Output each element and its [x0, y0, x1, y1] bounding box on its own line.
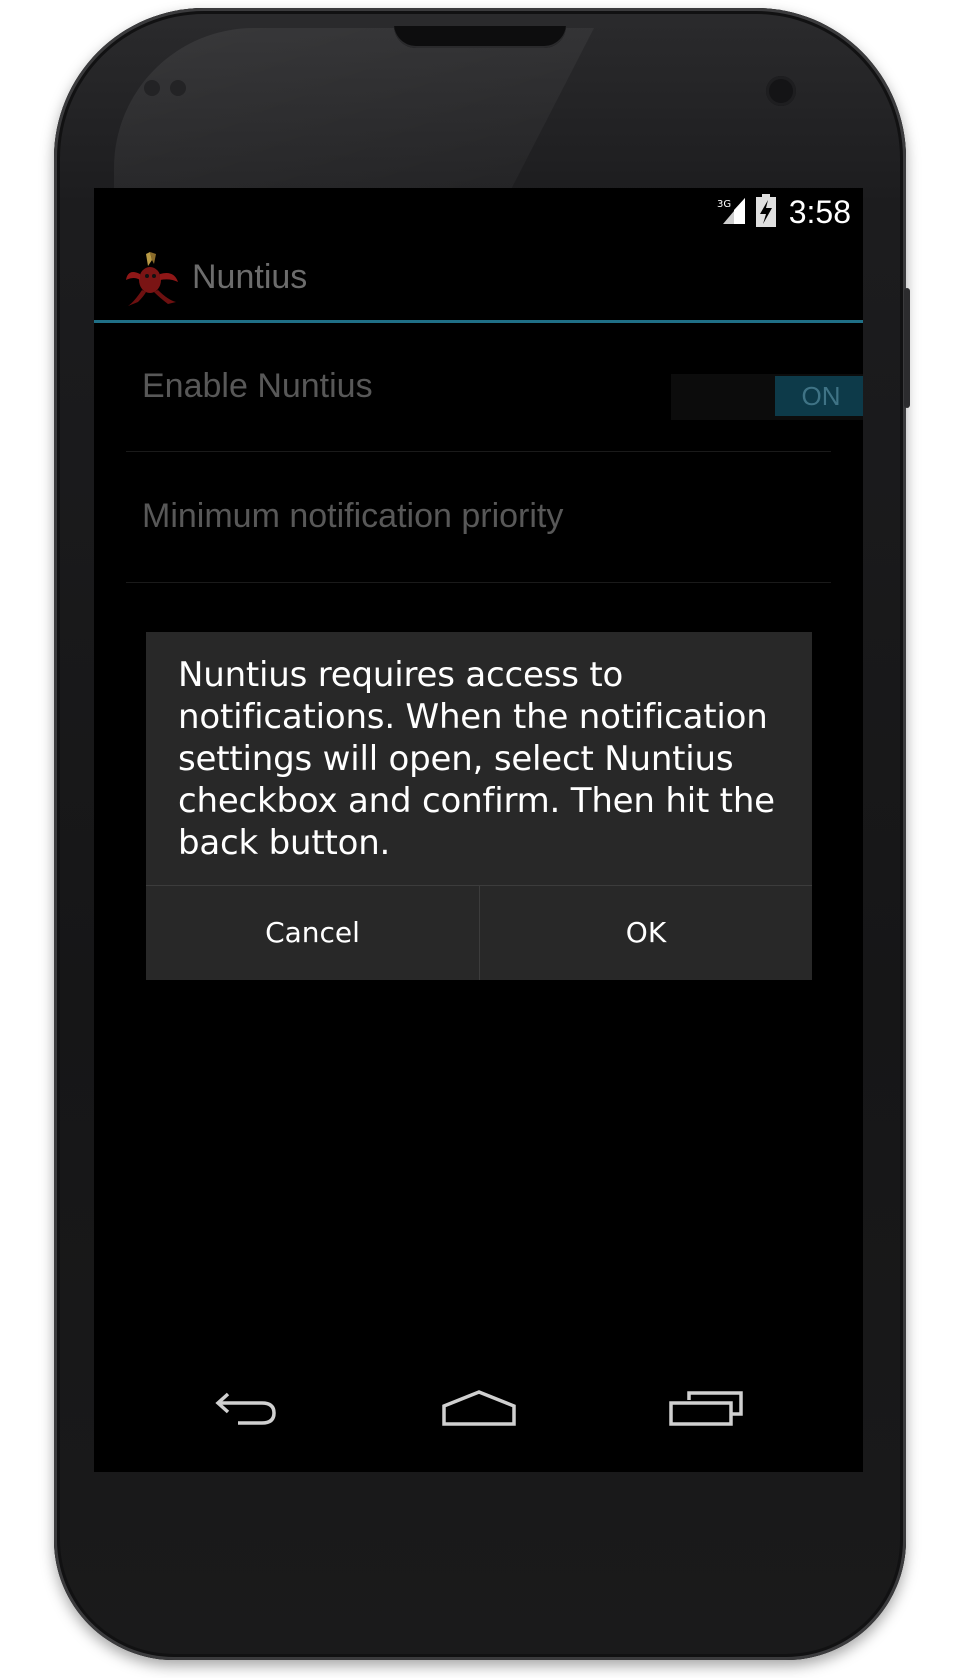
- permission-dialog: Nuntius requires access to notifications…: [146, 632, 812, 980]
- switch-thumb-on: ON: [775, 376, 863, 416]
- clock: 3:58: [788, 194, 851, 230]
- app-title: Nuntius: [192, 258, 308, 296]
- pref-enable-label: Enable Nuntius: [142, 367, 373, 405]
- home-icon[interactable]: [434, 1372, 524, 1442]
- earpiece-speaker: [394, 26, 566, 48]
- svg-text:3G: 3G: [717, 199, 731, 210]
- lobster-icon[interactable]: [124, 250, 180, 308]
- enable-switch[interactable]: ON: [671, 374, 863, 420]
- ok-button[interactable]: OK: [480, 886, 812, 980]
- recent-apps-icon[interactable]: [661, 1372, 751, 1442]
- proximity-sensors: [144, 80, 204, 100]
- status-bar: 3G 3:58: [94, 188, 863, 236]
- back-arrow-icon[interactable]: [204, 1372, 294, 1442]
- pref-priority-label: Minimum notification priority: [142, 497, 564, 535]
- phone-screen: 3G 3:58 Nuntius Enable Nuntius ON Minimu…: [94, 188, 863, 1472]
- dialog-message: Nuntius requires access to notifications…: [178, 655, 775, 863]
- power-button[interactable]: [904, 288, 910, 408]
- action-bar: Nuntius: [94, 236, 863, 323]
- front-camera: [766, 76, 796, 106]
- pref-min-priority[interactable]: Minimum notification priority: [126, 452, 831, 583]
- battery-charging-icon: [756, 194, 776, 227]
- pref-enable-nuntius[interactable]: Enable Nuntius ON: [126, 323, 863, 452]
- signal-3g-icon: 3G: [717, 198, 745, 224]
- cancel-button[interactable]: Cancel: [146, 886, 480, 980]
- navigation-bar: [94, 1352, 863, 1472]
- dialog-button-bar: Cancel OK: [146, 885, 812, 980]
